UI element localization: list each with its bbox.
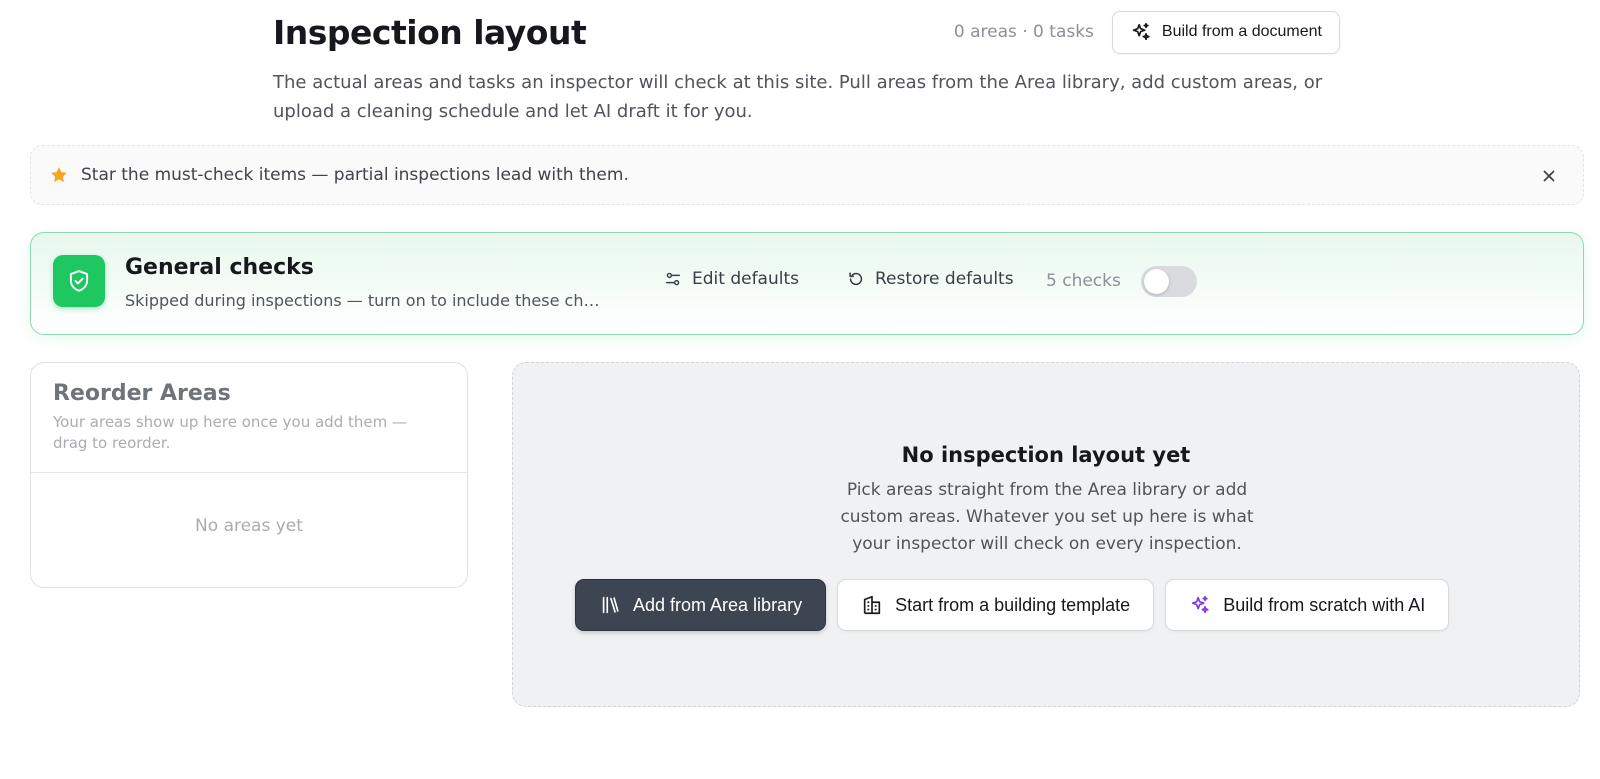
page-description: The actual areas and tasks an inspector … bbox=[273, 72, 1323, 122]
close-icon[interactable] bbox=[1539, 166, 1559, 186]
page-title: Inspection layout bbox=[273, 12, 587, 52]
tip-text: Star the must-check items — partial insp… bbox=[81, 165, 629, 185]
start-from-template-button[interactable]: Start from a building template bbox=[837, 579, 1155, 631]
edit-defaults-label: Edit defaults bbox=[692, 269, 799, 289]
build-from-document-label: Build from a document bbox=[1161, 23, 1322, 40]
empty-state-title: No inspection layout yet bbox=[901, 443, 1191, 467]
sparkles-icon bbox=[1130, 21, 1152, 43]
toggle-knob bbox=[1144, 269, 1169, 294]
reorder-areas-header: Reorder Areas Your areas show up here on… bbox=[31, 363, 467, 473]
building-icon bbox=[861, 594, 883, 616]
area-task-counts: 0 areas · 0 tasks bbox=[953, 22, 1094, 42]
empty-state-panel: No inspection layout yet Pick areas stra… bbox=[512, 362, 1580, 707]
start-from-template-label: Start from a building template bbox=[895, 594, 1131, 615]
sparkles-icon bbox=[1189, 594, 1211, 616]
restore-defaults-button[interactable]: Restore defaults bbox=[847, 269, 1014, 289]
no-areas-message: No areas yet bbox=[195, 516, 303, 536]
empty-state-actions: Add from Area library Start from a build… bbox=[575, 579, 1450, 631]
empty-state-description: Pick areas straight from the Area librar… bbox=[840, 480, 1254, 554]
general-checks-card: General checks Skipped during inspection… bbox=[30, 232, 1584, 335]
star-icon bbox=[49, 165, 69, 185]
edit-defaults-button[interactable]: Edit defaults bbox=[664, 269, 799, 289]
shield-check-icon bbox=[53, 255, 105, 307]
page-header: Inspection layout 0 areas · 0 tasks Buil… bbox=[273, 10, 1340, 126]
build-from-document-button[interactable]: Build from a document bbox=[1111, 10, 1340, 54]
build-with-ai-button[interactable]: Build from scratch with AI bbox=[1165, 579, 1450, 631]
tip-banner: Star the must-check items — partial insp… bbox=[30, 145, 1584, 205]
checks-count: 5 checks bbox=[1046, 271, 1121, 291]
rotate-ccw-icon bbox=[847, 270, 865, 288]
library-icon bbox=[599, 594, 621, 616]
general-checks-subtitle: Skipped during inspections — turn on to … bbox=[125, 291, 605, 310]
reorder-areas-subtitle: Your areas show up here once you add the… bbox=[53, 413, 407, 452]
reorder-areas-panel: Reorder Areas Your areas show up here on… bbox=[30, 362, 468, 588]
add-from-area-library-button[interactable]: Add from Area library bbox=[575, 579, 827, 631]
add-from-area-library-label: Add from Area library bbox=[633, 594, 803, 615]
general-checks-title: General checks bbox=[125, 255, 314, 280]
reorder-areas-title: Reorder Areas bbox=[53, 381, 231, 406]
build-with-ai-label: Build from scratch with AI bbox=[1223, 594, 1426, 615]
header-actions: 0 areas · 0 tasks Build from a document bbox=[953, 10, 1340, 54]
title-row: Inspection layout 0 areas · 0 tasks Buil… bbox=[273, 10, 1340, 54]
general-checks-toggle[interactable] bbox=[1141, 266, 1197, 297]
sliders-icon bbox=[664, 270, 682, 288]
restore-defaults-label: Restore defaults bbox=[875, 269, 1014, 289]
